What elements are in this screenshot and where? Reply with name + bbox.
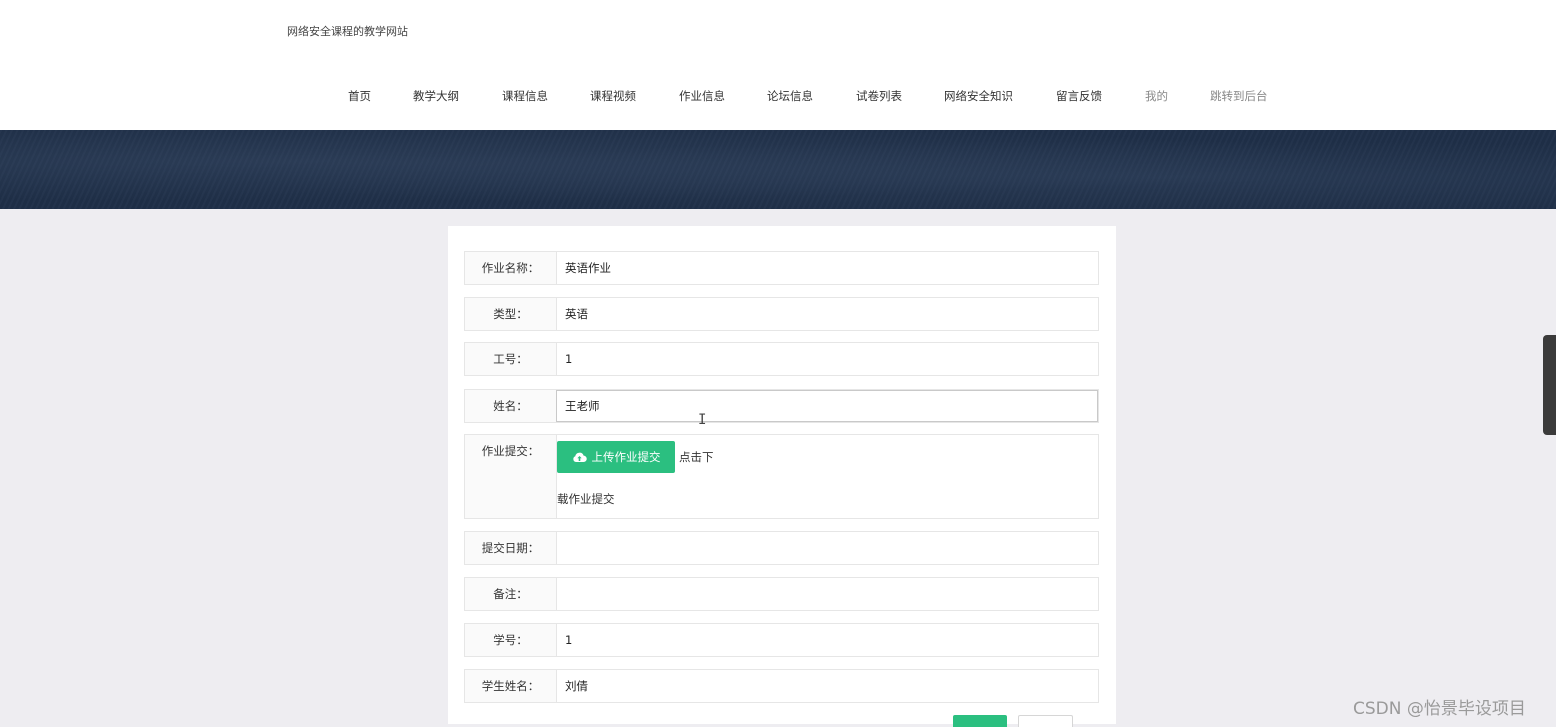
side-float-tab[interactable] bbox=[1543, 335, 1556, 435]
download-hint-line1[interactable]: 点击下 bbox=[679, 449, 714, 465]
nav-item-admin[interactable]: 跳转到后台 bbox=[1210, 88, 1268, 104]
nav-item-assignments[interactable]: 作业信息 bbox=[679, 88, 725, 104]
remarks-label: 备注： bbox=[493, 587, 528, 601]
nav-item-feedback[interactable]: 留言反馈 bbox=[1056, 88, 1102, 104]
form-row-student-id: 学号： 1 bbox=[464, 623, 1099, 657]
cancel-button[interactable] bbox=[1018, 715, 1073, 727]
cloud-upload-icon bbox=[572, 452, 587, 463]
submit-button[interactable] bbox=[953, 715, 1007, 727]
nav-item-courses[interactable]: 课程信息 bbox=[502, 88, 548, 104]
submit-date-input[interactable] bbox=[556, 532, 1098, 564]
type-label: 类型： bbox=[493, 307, 528, 321]
type-input[interactable]: 英语 bbox=[556, 298, 1098, 330]
nav-item-security-knowledge[interactable]: 网络安全知识 bbox=[944, 88, 1013, 104]
form-row-submit-date: 提交日期： bbox=[464, 531, 1099, 565]
nav-item-videos[interactable]: 课程视频 bbox=[590, 88, 636, 104]
student-name-input[interactable]: 刘倩 bbox=[556, 670, 1098, 702]
nav-item-home[interactable]: 首页 bbox=[348, 88, 371, 104]
download-hint-line2[interactable]: 载作业提交 bbox=[557, 491, 615, 507]
form-row-submission: 作业提交： 上传作业提交 点击下 载作业提交 bbox=[464, 434, 1099, 519]
watermark: CSDN @怡景毕设项目 bbox=[1353, 699, 1526, 719]
nav-item-forum[interactable]: 论坛信息 bbox=[767, 88, 813, 104]
nav-item-syllabus[interactable]: 教学大纲 bbox=[413, 88, 459, 104]
form-row-student-name: 学生姓名： 刘倩 bbox=[464, 669, 1099, 703]
upload-submission-button[interactable]: 上传作业提交 bbox=[557, 441, 675, 473]
nav-item-mine[interactable]: 我的 bbox=[1145, 88, 1168, 104]
nav-item-exams[interactable]: 试卷列表 bbox=[856, 88, 902, 104]
form-row-assignment-name: 作业名称： 英语作业 bbox=[464, 251, 1099, 285]
staff-id-label: 工号： bbox=[493, 352, 528, 366]
main-nav: 首页 教学大纲 课程信息 课程视频 作业信息 论坛信息 试卷列表 网络安全知识 … bbox=[0, 88, 1556, 108]
remarks-input[interactable] bbox=[556, 578, 1098, 610]
name-label: 姓名： bbox=[493, 399, 528, 413]
form-row-staff-id: 工号： 1 bbox=[464, 342, 1099, 376]
student-name-label: 学生姓名： bbox=[481, 679, 540, 693]
assignment-name-input[interactable]: 英语作业 bbox=[556, 252, 1098, 284]
site-header: 网络安全课程的教学网站 首页 教学大纲 课程信息 课程视频 作业信息 论坛信息 … bbox=[0, 0, 1556, 130]
site-title: 网络安全课程的教学网站 bbox=[287, 25, 408, 38]
student-id-input[interactable]: 1 bbox=[556, 624, 1098, 656]
student-id-label: 学号： bbox=[493, 633, 528, 647]
assignment-name-label: 作业名称： bbox=[481, 261, 540, 275]
submission-label: 作业提交： bbox=[481, 444, 540, 458]
staff-id-input[interactable]: 1 bbox=[556, 343, 1098, 375]
name-input[interactable]: 王老师 bbox=[556, 390, 1098, 422]
form-row-type: 类型： 英语 bbox=[464, 297, 1099, 331]
text-cursor-icon: I bbox=[698, 412, 707, 428]
form-row-name: 姓名： 王老师 bbox=[464, 389, 1099, 423]
upload-submission-button-label: 上传作业提交 bbox=[591, 450, 661, 464]
submit-date-label: 提交日期： bbox=[481, 541, 540, 555]
banner bbox=[0, 130, 1556, 209]
form-row-remarks: 备注： bbox=[464, 577, 1099, 611]
